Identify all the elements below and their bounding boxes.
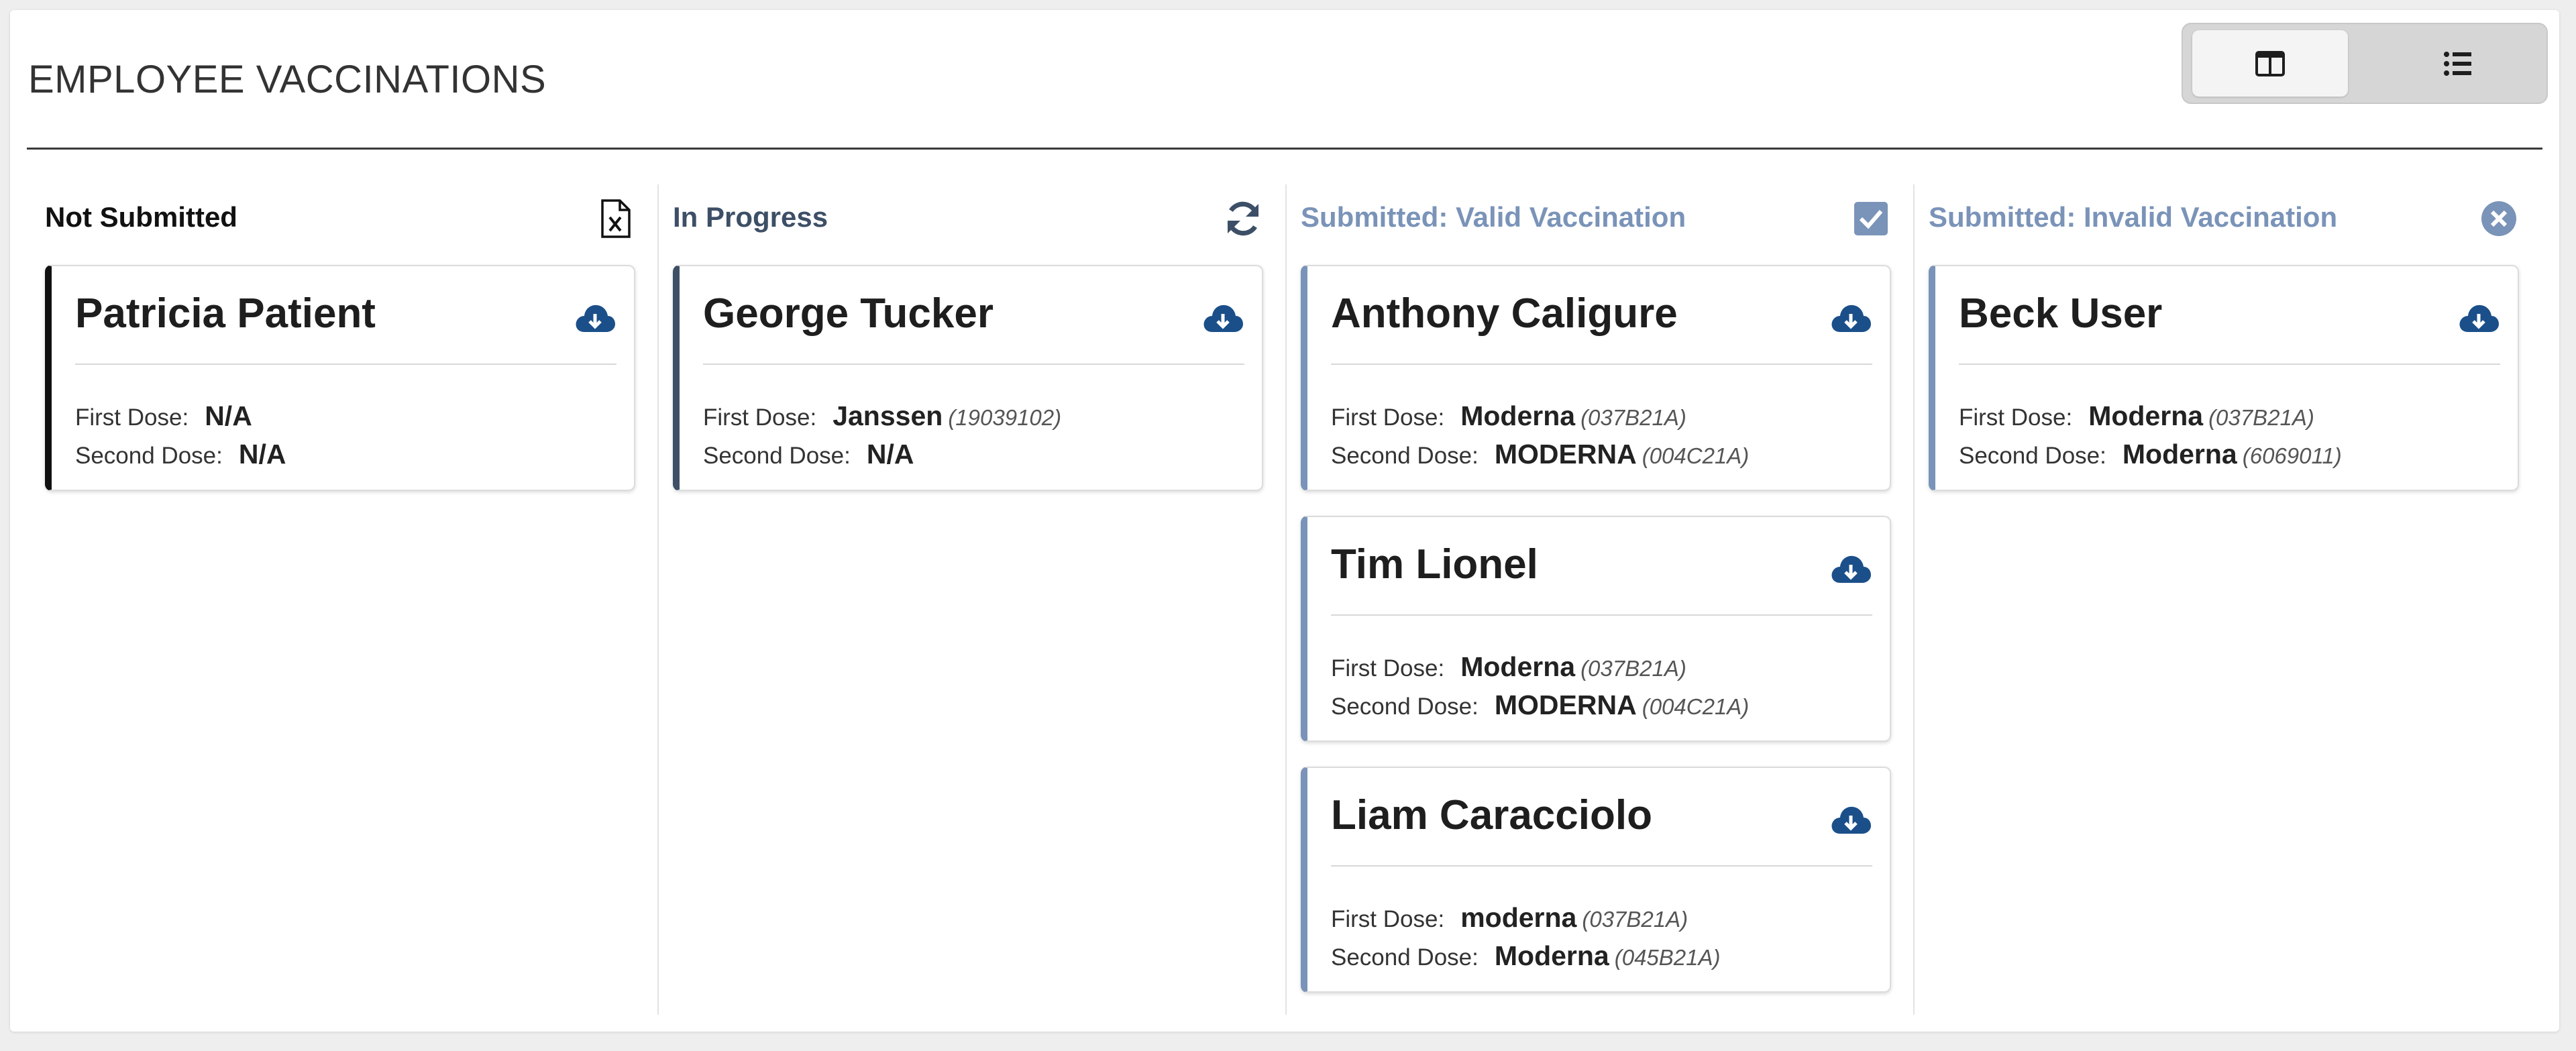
employee-name: Tim Lionel bbox=[1331, 541, 1538, 588]
card-divider bbox=[703, 364, 1244, 365]
second-dose-row: Second Dose: Moderna (045B21A) bbox=[1331, 940, 1721, 972]
column-submitted-invalid: Submitted: Invalid Vaccination Beck User… bbox=[1900, 181, 2528, 1015]
first-dose-vaccine: Janssen bbox=[833, 400, 943, 431]
first-dose-vaccine: Moderna bbox=[1460, 651, 1576, 682]
employee-card[interactable]: Anthony Caligure First Dose: Moderna (037B… bbox=[1301, 265, 1891, 491]
second-dose-label: Second Dose: bbox=[75, 443, 223, 469]
cloud-download-icon[interactable] bbox=[1201, 301, 1244, 336]
file-excel-icon bbox=[595, 199, 635, 239]
second-dose-vaccine: N/A bbox=[238, 439, 286, 469]
list-view-icon bbox=[2444, 51, 2471, 76]
first-dose-row: First Dose: Moderna (037B21A) bbox=[1331, 400, 1686, 432]
second-dose-lot: (6069011) bbox=[2242, 443, 2342, 468]
column-title: In Progress bbox=[673, 201, 828, 233]
second-dose-row: Second Dose: MODERNA (004C21A) bbox=[1331, 689, 1749, 721]
second-dose-label: Second Dose: bbox=[703, 443, 851, 469]
second-dose-vaccine: MODERNA bbox=[1494, 439, 1637, 469]
list-view-button[interactable] bbox=[2377, 30, 2538, 97]
employee-card[interactable]: Beck User First Dose: Moderna (037B21A) Se… bbox=[1929, 265, 2519, 491]
cloud-download-icon[interactable] bbox=[574, 301, 616, 336]
second-dose-vaccine: MODERNA bbox=[1494, 689, 1637, 720]
second-dose-row: Second Dose: Moderna (6069011) bbox=[1959, 439, 2342, 470]
column-submitted-valid: Submitted: Valid Vaccination Anthony Cal… bbox=[1273, 181, 1900, 1015]
second-dose-row: Second Dose: N/A bbox=[75, 439, 291, 470]
first-dose-row: First Dose: moderna (037B21A) bbox=[1331, 902, 1688, 934]
column-title: Submitted: Valid Vaccination bbox=[1301, 201, 1686, 233]
employee-card[interactable]: Tim Lionel First Dose: Moderna (037B21A) S… bbox=[1301, 516, 1891, 742]
first-dose-row: First Dose: Janssen (19039102) bbox=[703, 400, 1061, 432]
second-dose-lot: (004C21A) bbox=[1642, 443, 1750, 468]
employee-card[interactable]: Liam Caracciolo First Dose: moderna (037B2… bbox=[1301, 767, 1891, 993]
first-dose-vaccine: Moderna bbox=[2088, 400, 2204, 431]
first-dose-label: First Dose: bbox=[75, 404, 189, 431]
first-dose-row: First Dose: Moderna (037B21A) bbox=[1331, 651, 1686, 683]
employee-name: George Tucker bbox=[703, 290, 994, 337]
second-dose-lot: (045B21A) bbox=[1614, 945, 1721, 970]
first-dose-lot: (037B21A) bbox=[2208, 405, 2314, 430]
employee-name: Patricia Patient bbox=[75, 290, 376, 337]
employee-card[interactable]: George Tucker First Dose: Janssen (1903910… bbox=[673, 265, 1263, 491]
card-divider bbox=[1959, 364, 2500, 365]
first-dose-label: First Dose: bbox=[703, 404, 817, 431]
cloud-download-icon[interactable] bbox=[1829, 552, 1872, 587]
second-dose-label: Second Dose: bbox=[1331, 694, 1479, 720]
first-dose-lot: (19039102) bbox=[948, 405, 1062, 430]
first-dose-vaccine: moderna bbox=[1460, 902, 1577, 933]
card-divider bbox=[75, 364, 616, 365]
first-dose-lot: (037B21A) bbox=[1580, 656, 1686, 681]
card-divider bbox=[1331, 614, 1872, 616]
second-dose-row: Second Dose: N/A bbox=[703, 439, 919, 470]
cloud-download-icon[interactable] bbox=[2457, 301, 2500, 336]
view-toggle-group bbox=[2182, 23, 2548, 104]
second-dose-label: Second Dose: bbox=[1331, 443, 1479, 469]
employee-card[interactable]: Patricia Patient First Dose: N/A Second D… bbox=[45, 265, 635, 491]
card-divider bbox=[1331, 364, 1872, 365]
second-dose-lot: (004C21A) bbox=[1642, 694, 1750, 719]
card-divider bbox=[1331, 865, 1872, 867]
first-dose-label: First Dose: bbox=[1331, 906, 1445, 932]
first-dose-row: First Dose: Moderna (037B21A) bbox=[1959, 400, 2314, 432]
first-dose-lot: (037B21A) bbox=[1580, 405, 1686, 430]
cloud-download-icon[interactable] bbox=[1829, 301, 1872, 336]
first-dose-vaccine: N/A bbox=[205, 400, 252, 431]
column-not-submitted: Not Submitted Patricia Patient First Dos… bbox=[17, 181, 645, 1015]
second-dose-vaccine: Moderna bbox=[1494, 940, 1609, 971]
second-dose-label: Second Dose: bbox=[1331, 944, 1479, 971]
employee-name: Anthony Caligure bbox=[1331, 290, 1678, 337]
first-dose-label: First Dose: bbox=[1331, 404, 1445, 431]
check-square-icon bbox=[1851, 199, 1891, 239]
first-dose-row: First Dose: N/A bbox=[75, 400, 258, 432]
first-dose-label: First Dose: bbox=[1959, 404, 2073, 431]
second-dose-vaccine: Moderna bbox=[2122, 439, 2237, 469]
header-divider bbox=[27, 148, 2542, 150]
vaccination-board-panel: EMPLOYEE VACCINATIONS Not Submitted Patr… bbox=[10, 10, 2559, 1032]
column-title: Submitted: Invalid Vaccination bbox=[1929, 201, 2338, 233]
first-dose-vaccine: Moderna bbox=[1460, 400, 1576, 431]
board-view-icon bbox=[2255, 50, 2285, 76]
second-dose-vaccine: N/A bbox=[866, 439, 914, 469]
cloud-download-icon[interactable] bbox=[1829, 803, 1872, 838]
refresh-icon bbox=[1223, 199, 1263, 239]
times-circle-icon bbox=[2479, 199, 2519, 239]
board-view-button[interactable] bbox=[2192, 30, 2348, 97]
column-title: Not Submitted bbox=[45, 201, 237, 233]
first-dose-lot: (037B21A) bbox=[1582, 907, 1688, 932]
first-dose-label: First Dose: bbox=[1331, 655, 1445, 681]
column-in-progress: In Progress George Tucker First Dose: Jan… bbox=[645, 181, 1273, 1015]
employee-name: Liam Caracciolo bbox=[1331, 792, 1652, 838]
second-dose-row: Second Dose: MODERNA (004C21A) bbox=[1331, 439, 1749, 470]
second-dose-label: Second Dose: bbox=[1959, 443, 2106, 469]
employee-name: Beck User bbox=[1959, 290, 2163, 337]
page-title: EMPLOYEE VACCINATIONS bbox=[28, 58, 547, 101]
